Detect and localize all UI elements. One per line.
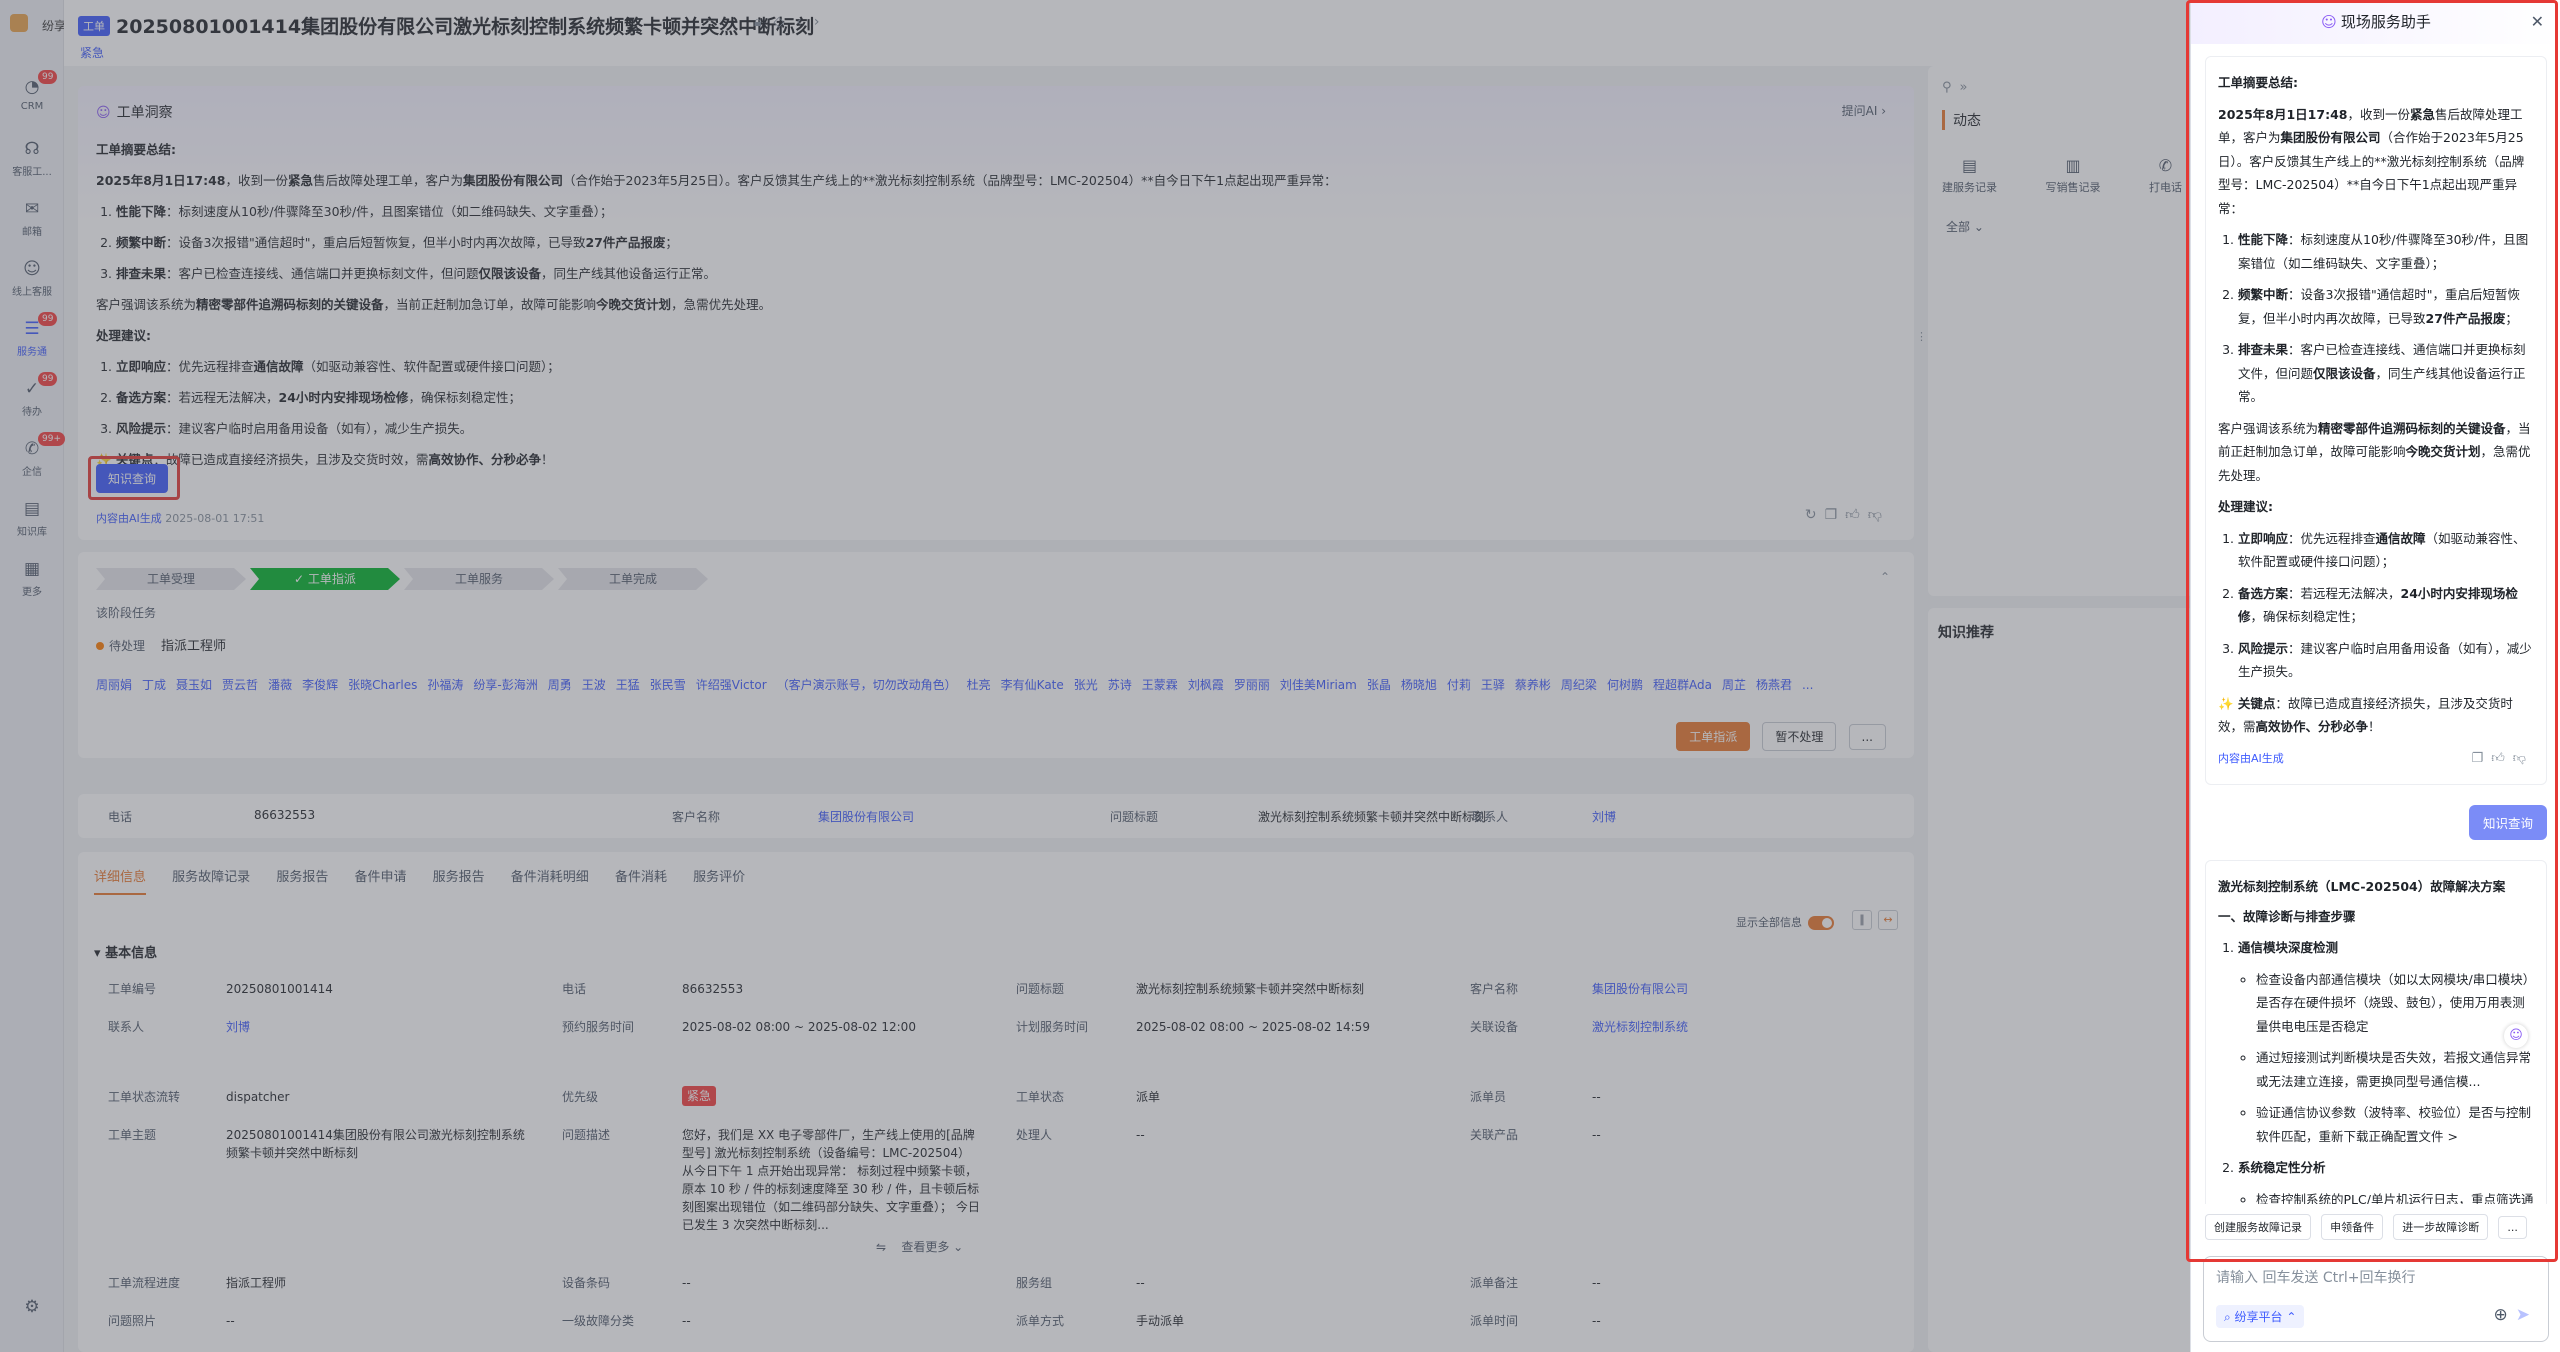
assistant-header: ☺ 现场服务助手 — [2191, 0, 2560, 44]
ai-message: 激光标刻控制系统（LMC-202504）故障解决方案 一、故障诊断与排查步骤 通… — [2205, 860, 2547, 1204]
search-icon: ⌕ — [2224, 1310, 2235, 1324]
further-diagnosis-chip[interactable]: 进一步故障诊断 — [2393, 1214, 2489, 1240]
thumbs-down-icon[interactable]: 👎︎ — [2513, 751, 2534, 766]
thumbs-up-icon[interactable]: 👍︎ — [2491, 751, 2513, 766]
list-item: 立即响应：优先远程排查通信故障（如驱动兼容性、软件配置或硬件接口问题）； — [2238, 527, 2534, 574]
quick-actions: 创建服务故障记录 申领备件 进一步故障诊断 ... — [2205, 1214, 2533, 1240]
platform-selector[interactable]: ⌕ 纷享平台 ⌃ — [2216, 1305, 2305, 1328]
list-item: 备选方案：若远程无法解决，24小时内安排现场检修，确保标刻稳定性； — [2238, 582, 2534, 629]
copy-icon[interactable]: ❐ — [2472, 751, 2492, 766]
send-icon[interactable]: ➤ — [2516, 1305, 2538, 1325]
ai-message: 工单摘要总结: 2025年8月1日17:48，收到一份紧急售后故障处理工单，客户… — [2205, 56, 2547, 785]
add-icon[interactable]: ⊕ — [2494, 1305, 2516, 1325]
list-item: 排查未果：客户已检查连接线、通信端口并更换标刻文件，但问题仅限该设备，同生产线其… — [2238, 338, 2534, 409]
user-message: 知识查询 — [2205, 805, 2547, 840]
list-item: 通信模块深度检测 检查设备内部通信模块（如以太网模块/串口模块）是否存在硬件损坏… — [2238, 936, 2534, 1148]
assistant-messages[interactable]: 工单摘要总结: 2025年8月1日17:48，收到一份紧急售后故障处理工单，客户… — [2205, 56, 2547, 1204]
floating-assistant-icon[interactable]: ☺ — [2504, 1024, 2528, 1048]
input-actions: ⊕➤ — [2494, 1305, 2539, 1325]
list-item: 系统稳定性分析 检查控制系统的PLC/单片机运行日志，重点筛选通信超时错误代码，… — [2238, 1156, 2534, 1204]
list-item: 频繁中断：设备3次报错"通信超时"，重启后短暂恢复，但半小时内再次故障，已导致2… — [2238, 283, 2534, 330]
chat-input-placeholder: 请输入 回车发送 Ctrl+回车换行 — [2216, 1270, 2416, 1286]
field-service-assistant: ☺ 现场服务助手 ✕ 工单摘要总结: 2025年8月1日17:48，收到一份紧急售… — [2190, 0, 2560, 1352]
more-chip[interactable]: ... — [2498, 1216, 2527, 1239]
request-parts-chip[interactable]: 申领备件 — [2321, 1214, 2384, 1240]
modal-overlay[interactable] — [0, 0, 2190, 1352]
robot-icon: ☺ — [2321, 13, 2337, 31]
list-item: 性能下降：标刻速度从10秒/件骤降至30秒/件，且图案错位（如二维码缺失、文字重… — [2238, 228, 2534, 275]
create-fault-record-chip[interactable]: 创建服务故障记录 — [2205, 1214, 2311, 1240]
list-item: 风险提示：建议客户临时启用备用设备（如有），减少生产损失。 — [2238, 637, 2534, 684]
ai-generated-note: 内容由AI生成 ❐👍︎👎︎ — [2218, 750, 2534, 766]
chat-input[interactable]: 请输入 回车发送 Ctrl+回车换行 ⌕ 纷享平台 ⌃ ⊕➤ — [2203, 1256, 2549, 1342]
close-icon[interactable]: ✕ — [2531, 12, 2544, 31]
